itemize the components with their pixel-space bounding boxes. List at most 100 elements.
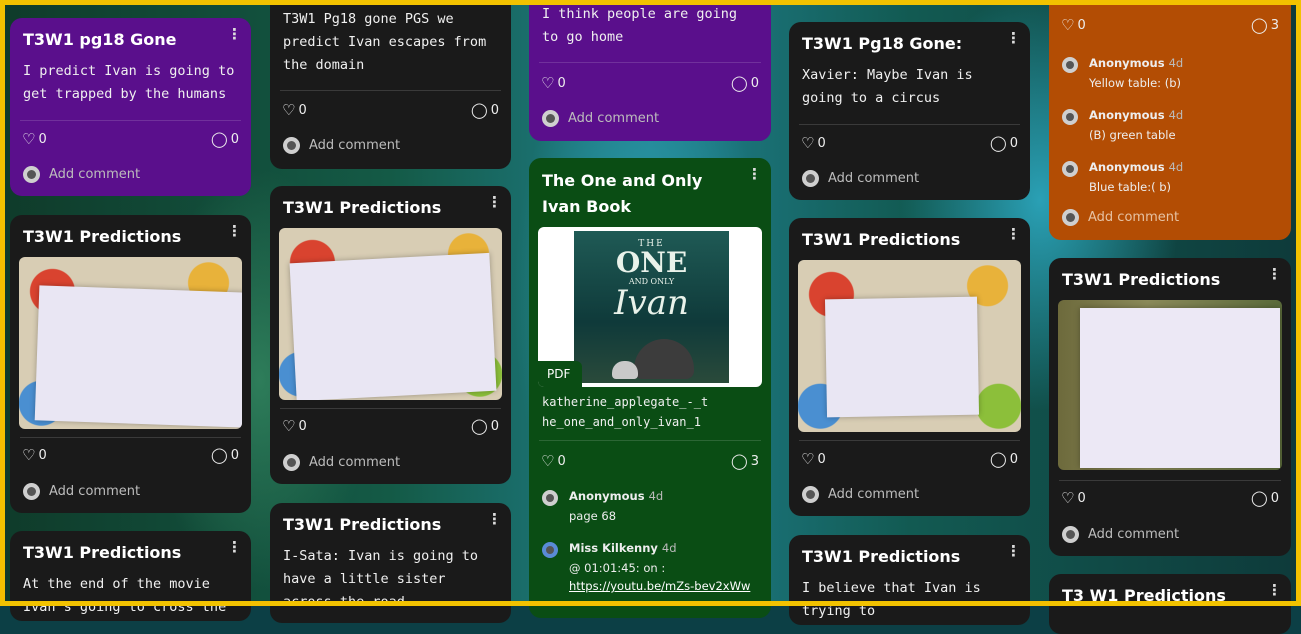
heart-outline-icon: ♡: [801, 450, 815, 468]
post-card[interactable]: T3W1 Predictions ⋮ I believe that Ivan i…: [789, 535, 1030, 625]
post-card[interactable]: T3W1 Predictions ⋮ At the end of the mov…: [10, 531, 251, 621]
divider: [1059, 480, 1281, 481]
comment-time: 4d: [661, 541, 677, 555]
more-options-icon[interactable]: ⋮: [747, 165, 762, 183]
post-title: T3W1 Predictions: [802, 230, 961, 249]
like-button[interactable]: ♡ 0: [801, 134, 826, 152]
comment-count-button[interactable]: ◯ 0: [1251, 489, 1279, 507]
comment-count-button[interactable]: ◯ 0: [471, 101, 499, 119]
comment-count: 0: [750, 76, 759, 91]
speech-bubble-icon: ◯: [210, 130, 228, 148]
comment-count-button[interactable]: ◯ 0: [471, 417, 499, 435]
more-options-icon[interactable]: ⋮: [1006, 542, 1021, 560]
post-title: T3W1 Predictions: [1062, 270, 1221, 289]
more-options-icon[interactable]: ⋮: [227, 538, 242, 556]
post-image[interactable]: [798, 260, 1021, 432]
comment-count-button[interactable]: ◯ 3: [731, 452, 759, 470]
post-image[interactable]: [279, 228, 502, 400]
post-card[interactable]: T3W1 Predictions ⋮ ♡ 0 ◯ 0 Add comment: [270, 186, 511, 484]
comment-item: Miss Kilkenny 4d @ 01:01:45: on : https:/…: [542, 541, 761, 601]
comment-count-button[interactable]: ◯ 0: [990, 134, 1018, 152]
add-comment-label: Add comment: [309, 455, 401, 470]
more-options-icon[interactable]: ⋮: [1267, 265, 1282, 283]
post-card[interactable]: T3W1 Pg18 Gone: ⋮ Xavier: Maybe Ivan is …: [789, 22, 1030, 200]
post-title: T3W1 Predictions: [283, 515, 442, 534]
post-card[interactable]: T3W1 Pg18 gone PGS we predict Ivan escap…: [270, 0, 511, 169]
more-options-icon[interactable]: ⋮: [1267, 581, 1282, 599]
add-comment-button[interactable]: Add comment: [283, 454, 400, 472]
more-options-icon[interactable]: ⋮: [227, 222, 242, 240]
more-options-icon[interactable]: ⋮: [487, 510, 502, 528]
attachment-filename[interactable]: katherine_applegate_-_the_one_and_only_i…: [529, 392, 725, 432]
like-button[interactable]: ♡ 0: [282, 101, 307, 119]
author-name: Anonymous: [1089, 56, 1165, 70]
post-image[interactable]: [19, 257, 242, 429]
pdf-badge: PDF: [538, 361, 583, 387]
comment-time: 4d: [1168, 160, 1184, 174]
comment-count: 0: [230, 132, 239, 147]
comment-item: Anonymous 4d page 68: [542, 489, 761, 529]
like-button[interactable]: ♡ 0: [541, 74, 566, 92]
post-card[interactable]: I think people are going to go home ♡ 0 ◯…: [529, 0, 771, 141]
like-count: 0: [1077, 491, 1086, 506]
post-card[interactable]: T3W1 Predictions ⋮ ♡ 0 ◯ 0 Add comment: [10, 215, 251, 513]
post-card[interactable]: T3W1 Predictions ⋮ ♡ 0 ◯ 0 Add comment: [789, 218, 1030, 516]
comment-count: 0: [490, 419, 499, 434]
add-comment-button[interactable]: Add comment: [1062, 526, 1179, 544]
more-options-icon[interactable]: ⋮: [1006, 225, 1021, 243]
like-button[interactable]: ♡ 0: [1061, 489, 1086, 507]
add-comment-button[interactable]: Add comment: [23, 166, 140, 184]
speech-bubble-icon: ◯: [470, 101, 488, 119]
reactions-bar: ♡ 0 ◯ 0: [801, 450, 1018, 470]
divider: [539, 62, 761, 63]
comment-count-button[interactable]: ◯ 0: [990, 450, 1018, 468]
speech-bubble-icon: ◯: [989, 134, 1007, 152]
add-comment-button[interactable]: Add comment: [1062, 209, 1179, 227]
user-avatar-icon: [542, 110, 559, 127]
add-comment-button[interactable]: Add comment: [23, 483, 140, 501]
reactions-bar: ♡ 0 ◯ 3: [541, 452, 759, 472]
speech-bubble-icon: ◯: [989, 450, 1007, 468]
add-comment-button[interactable]: Add comment: [802, 486, 919, 504]
more-options-icon[interactable]: ⋮: [1006, 29, 1021, 47]
comment-author: Anonymous 4d: [1089, 108, 1183, 122]
user-avatar-icon: [802, 170, 819, 187]
post-title: T3W1 Pg18 Gone:: [802, 34, 963, 53]
comment-link[interactable]: https://youtu.be/mZs-bev2xWw: [569, 579, 750, 593]
comment-count-button[interactable]: ◯ 0: [211, 130, 239, 148]
like-button[interactable]: ♡ 0: [22, 446, 47, 464]
comment-item: Anonymous 4d Yellow table: (b): [1062, 56, 1281, 96]
book-attachment[interactable]: THE ONE AND ONLY Ivan PDF: [538, 227, 762, 387]
reactions-bar: ♡ 0 ◯ 0: [801, 134, 1018, 154]
comment-author: Miss Kilkenny 4d: [569, 541, 677, 555]
add-comment-button[interactable]: Add comment: [802, 170, 919, 188]
speech-bubble-icon: ◯: [210, 446, 228, 464]
post-card[interactable]: T3W1 pg18 Gone ⋮ I predict Ivan is going…: [10, 18, 251, 196]
like-count: 0: [1077, 18, 1086, 33]
post-card[interactable]: ♡ 0 ◯ 3 Anonymous 4d Yellow table: (b) Anon…: [1049, 0, 1291, 240]
like-button[interactable]: ♡ 0: [541, 452, 566, 470]
add-comment-label: Add comment: [1088, 210, 1180, 225]
comment-time: 4d: [648, 489, 664, 503]
post-card[interactable]: T3W1 Predictions ⋮ I-Sata: Ivan is going…: [270, 503, 511, 623]
comment-count-button[interactable]: ◯ 3: [1251, 16, 1279, 34]
post-card[interactable]: The One and Only Ivan Book ⋮ THE ONE AND…: [529, 158, 771, 618]
comment-text: @ 01:01:45: on :: [569, 561, 666, 575]
post-card[interactable]: T3 W1 Predictions ⋮: [1049, 574, 1291, 634]
heart-outline-icon: ♡: [541, 74, 555, 92]
add-comment-button[interactable]: Add comment: [283, 137, 400, 155]
comment-count-button[interactable]: ◯ 0: [211, 446, 239, 464]
comment-count-button[interactable]: ◯ 0: [731, 74, 759, 92]
post-image[interactable]: [1058, 300, 1282, 470]
more-options-icon[interactable]: ⋮: [227, 25, 242, 43]
like-button[interactable]: ♡ 0: [22, 130, 47, 148]
like-button[interactable]: ♡ 0: [801, 450, 826, 468]
user-avatar-icon: [1062, 109, 1078, 125]
post-title: T3W1 Predictions: [23, 543, 182, 562]
post-card[interactable]: T3W1 Predictions ⋮ ♡ 0 ◯ 0 Add comment: [1049, 258, 1291, 556]
add-comment-button[interactable]: Add comment: [542, 110, 659, 128]
like-button[interactable]: ♡ 0: [1061, 16, 1086, 34]
like-button[interactable]: ♡ 0: [282, 417, 307, 435]
post-body: At the end of the movie Ivan's going to …: [23, 576, 227, 615]
more-options-icon[interactable]: ⋮: [487, 193, 502, 211]
